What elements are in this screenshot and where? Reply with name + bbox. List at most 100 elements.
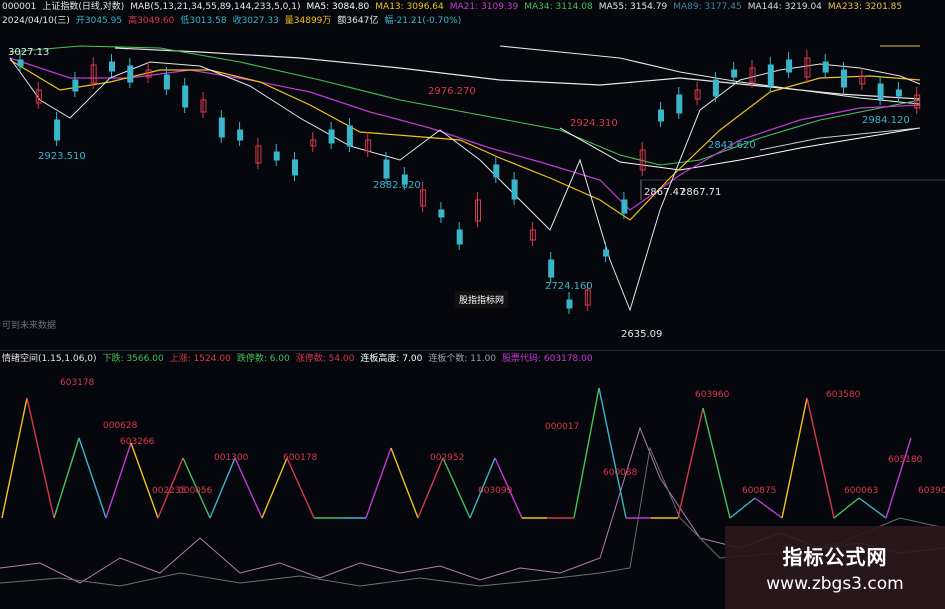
indicator-item-stock-code: 股票代码: 603178.00 <box>502 354 593 364</box>
ma144-line <box>114 47 921 100</box>
zigzag-segment <box>209 457 236 519</box>
candle-body <box>548 259 555 278</box>
candle-body <box>566 299 573 309</box>
indicator-bar: 情绪空间(1.15,1.06,0) 下跌: 3566.00 上涨: 1524.0… <box>0 352 945 366</box>
indicator-item-down: 下跌: 3566.00 <box>102 354 164 364</box>
price-label-first: 3027.13 <box>8 47 50 58</box>
candle-body <box>127 65 134 83</box>
candle-body <box>493 164 500 178</box>
stock-code-label: 000628 <box>103 421 138 431</box>
price-label-low5: 2843.620 <box>708 140 756 151</box>
candle-body <box>712 79 719 97</box>
candle-body <box>456 229 463 245</box>
price-label-low2: 2882.020 <box>373 180 421 191</box>
candle-body <box>676 94 683 114</box>
price-label-low6: 2984.120 <box>862 115 910 126</box>
candle-body <box>786 59 793 73</box>
stock-code-label: 603178 <box>60 378 95 388</box>
candle-body <box>731 69 738 78</box>
candle-body <box>658 109 664 122</box>
zigzag-segment <box>885 437 912 519</box>
stock-code-label: 603266 <box>120 437 155 447</box>
indicator-item-up: 上涨: 1524.00 <box>169 354 231 364</box>
zigzag-segment <box>417 457 444 519</box>
zigzag-segment <box>858 497 887 519</box>
zigzag-segment <box>677 407 704 519</box>
zigzag-segment <box>78 437 107 519</box>
stock-code-label: 600875 <box>742 486 777 496</box>
stock-code-label: 600178 <box>283 453 318 463</box>
candle-body <box>273 151 280 161</box>
future-data-note: 可到未来数据 <box>2 321 57 331</box>
zigzag-segment <box>286 457 315 519</box>
stock-code-label: 603960 <box>695 390 730 400</box>
candle-body <box>895 89 902 97</box>
zigzag-segment <box>105 442 132 519</box>
candle-body <box>438 209 445 218</box>
candle-body <box>292 159 298 176</box>
candle-body <box>17 59 24 67</box>
candle-body <box>511 179 518 200</box>
reference-box <box>640 180 642 200</box>
zigzag-segment <box>261 457 288 519</box>
zigzag-segment <box>754 497 783 519</box>
watermark-title: 指标公式网 <box>782 545 888 569</box>
stock-code-label: 603099 <box>478 486 513 496</box>
panel-divider <box>0 350 945 351</box>
price-label-low1: 2923.510 <box>38 151 86 162</box>
candle-body <box>822 61 829 73</box>
price-label-low3: 2724.160 <box>545 281 593 292</box>
zigzag-segment <box>390 447 419 519</box>
stock-code-label: 600088 <box>603 468 638 478</box>
stock-code-label: 605180 <box>888 455 923 465</box>
price-label-low4: 2635.09 <box>621 329 663 340</box>
zigzag-segment <box>729 497 756 519</box>
candle-body <box>841 69 847 88</box>
indicator-title[interactable]: 情绪空间(1.15,1.06,0) <box>2 352 97 366</box>
zigzag-segment <box>365 447 392 519</box>
zigzag-segment <box>234 457 263 519</box>
price-label-box-b: 2867.71 <box>680 187 722 198</box>
stock-chart-window: 000001 上证指数(日线,对数) MAB(5,13,21,34,55,89,… <box>0 0 945 609</box>
candle-body <box>877 83 884 100</box>
price-label-high1: 2976.270 <box>428 86 476 97</box>
candle-body <box>603 249 610 257</box>
zigzag-segment <box>806 397 835 519</box>
stock-code-label: 000056 <box>178 486 213 496</box>
ma21-line <box>9 57 921 211</box>
stock-code-label: 603580 <box>826 390 861 400</box>
stock-code-label: 002952 <box>430 453 465 463</box>
candle-body <box>72 79 79 92</box>
zigzag-segment <box>702 407 731 519</box>
stock-code-label: 603900 <box>918 486 945 496</box>
zigzag-segment <box>26 397 55 519</box>
indicator-item-limit-up: 涨停数: 54.00 <box>295 354 355 364</box>
zigzag-segment <box>573 387 600 519</box>
watermark-url[interactable]: www.zbgs3.com <box>766 574 903 594</box>
candle-body <box>346 125 353 147</box>
indicator-item-streak-count: 连板个数: 11.00 <box>428 354 497 364</box>
candle-body <box>237 129 244 141</box>
indicator-item-streak-height: 连板高度: 7.00 <box>360 354 423 364</box>
candle-body <box>767 64 774 87</box>
stock-code-label: 600063 <box>844 486 879 496</box>
stock-code-label: 001300 <box>214 453 249 463</box>
center-tag: 股指指标网 <box>455 291 509 308</box>
zigzag-segment <box>130 442 159 519</box>
zigzag-segment <box>781 397 808 519</box>
site-watermark[interactable]: 指标公式网 www.zbgs3.com <box>725 526 945 609</box>
candle-body <box>54 119 61 141</box>
candle-body <box>621 199 628 214</box>
candle-body <box>182 85 189 108</box>
candle-body <box>109 61 115 72</box>
candle-body <box>163 74 170 90</box>
candle-body <box>218 117 225 138</box>
candle-body <box>328 129 335 144</box>
stock-code-label: 000017 <box>545 422 580 432</box>
zigzag-segment <box>598 387 627 519</box>
zigzag-segment <box>1 397 28 519</box>
price-label-high2: 2924.310 <box>570 118 618 129</box>
candle-body <box>383 159 390 179</box>
indicator-item-limit-down: 跌停数: 6.00 <box>236 354 290 364</box>
zigzag-segment <box>53 437 80 519</box>
